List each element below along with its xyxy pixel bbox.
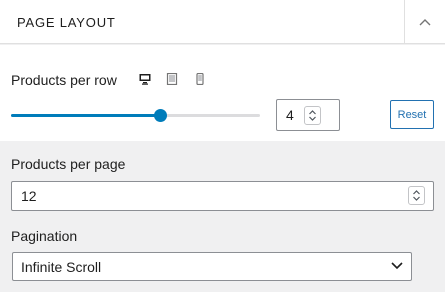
- slider-thumb[interactable]: [154, 109, 168, 122]
- slider-fill: [11, 114, 161, 117]
- panel-header[interactable]: Page layout: [0, 0, 445, 44]
- pagination-selected-value: Infinite Scroll: [21, 259, 102, 275]
- chevron-up-icon: [419, 19, 431, 26]
- tablet-icon[interactable]: [166, 73, 178, 85]
- reset-button[interactable]: Reset: [390, 100, 434, 129]
- products-per-row-input[interactable]: 4: [276, 99, 340, 131]
- panel-title: Page layout: [17, 15, 116, 30]
- products-per-page-stepper[interactable]: [408, 186, 425, 205]
- products-per-page-value: 12: [21, 188, 37, 204]
- products-per-row-slider[interactable]: [11, 109, 260, 122]
- mobile-icon[interactable]: [194, 73, 206, 85]
- chevron-down-icon: [391, 262, 403, 270]
- pagination-select[interactable]: Infinite Scroll: [12, 252, 412, 281]
- products-per-page-input[interactable]: 12: [11, 181, 434, 211]
- products-per-row-section: Products per row 4 Reset: [0, 45, 445, 141]
- products-per-row-value: 4: [286, 107, 294, 123]
- stepper-arrows-icon: [413, 190, 420, 201]
- collapse-button[interactable]: [404, 0, 445, 44]
- products-per-row-stepper[interactable]: [304, 106, 321, 125]
- pagination-label: Pagination: [11, 228, 78, 244]
- products-per-page-label: Products per page: [11, 156, 126, 172]
- desktop-icon[interactable]: [139, 73, 151, 85]
- stepper-arrows-icon: [309, 110, 316, 121]
- products-per-row-label: Products per row: [11, 72, 117, 88]
